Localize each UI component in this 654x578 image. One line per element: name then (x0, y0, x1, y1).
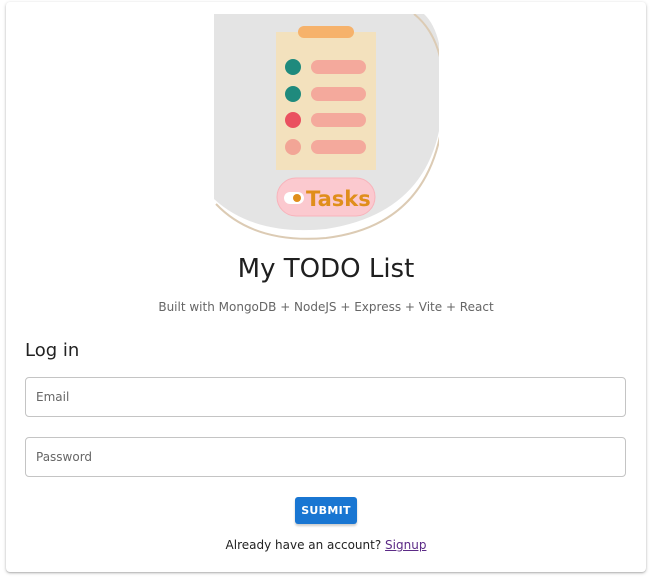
login-heading: Log in (25, 340, 80, 361)
tasks-illustration: Tasks (214, 14, 439, 242)
clipboard-icon: Tasks (214, 14, 439, 240)
email-field[interactable] (25, 377, 626, 417)
password-field[interactable] (25, 437, 626, 477)
login-card: Tasks My TODO List Built with MongoDB + … (6, 2, 646, 572)
signup-link[interactable]: Signup (385, 538, 426, 552)
signup-prompt: Already have an account? Signup (6, 538, 646, 552)
password-input[interactable] (26, 438, 625, 476)
tasks-badge-text: Tasks (306, 187, 371, 211)
email-input[interactable] (26, 378, 625, 416)
page-subtitle: Built with MongoDB + NodeJS + Express + … (158, 300, 494, 314)
signup-prompt-text: Already have an account? (225, 538, 386, 552)
page-title: My TODO List (237, 254, 415, 284)
submit-button[interactable]: SUBMIT (295, 497, 357, 524)
